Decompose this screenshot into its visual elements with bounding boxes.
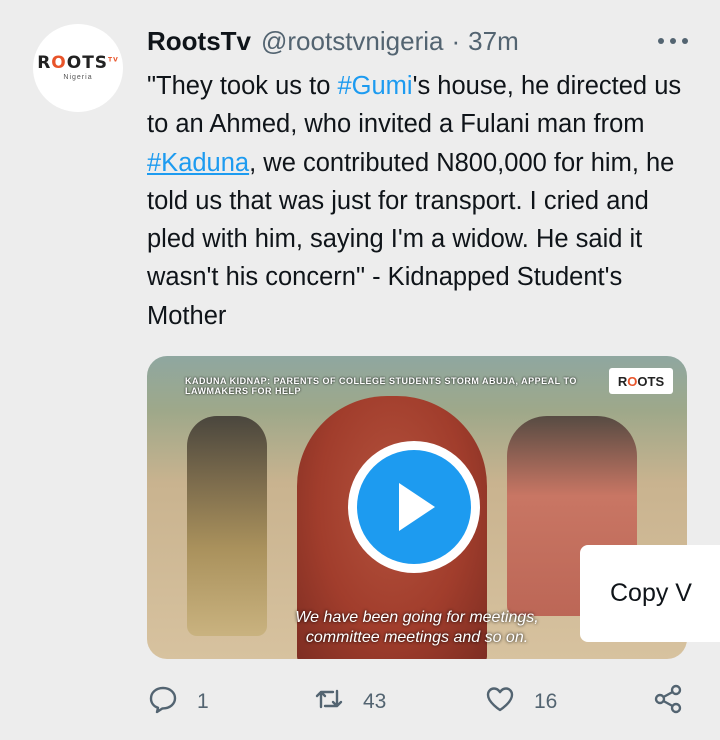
play-button[interactable]	[348, 441, 480, 573]
timestamp[interactable]: 37m	[468, 26, 519, 57]
video-logo: R O OTS	[609, 368, 673, 394]
video-subtitle: We have been going for meetings, committ…	[295, 609, 539, 646]
share-icon	[652, 683, 684, 721]
like-count: 16	[534, 690, 558, 713]
like-button[interactable]: 16	[484, 682, 557, 722]
reply-button[interactable]: 1	[147, 682, 209, 722]
retweet-count: 43	[363, 690, 387, 713]
tweet-actions: 1 43 16	[147, 682, 692, 722]
reply-count: 1	[197, 690, 209, 713]
play-icon	[357, 450, 471, 564]
display-name[interactable]: RootsTv	[147, 26, 251, 57]
avatar-logo: ROOTSTV	[37, 53, 119, 73]
reply-icon	[147, 683, 179, 721]
more-icon[interactable]	[658, 38, 688, 46]
copy-video-button[interactable]: Copy V	[580, 545, 720, 642]
retweet-button[interactable]: 43	[313, 682, 386, 722]
separator: ·	[451, 25, 461, 56]
tweet-text: "They took us to #Gumi's house, he direc…	[147, 72, 682, 330]
retweet-icon	[313, 683, 345, 721]
user-handle[interactable]: @rootstvnigeria	[261, 26, 443, 57]
hashtag-gumi[interactable]: #Gumi	[337, 72, 412, 100]
like-icon	[484, 683, 516, 721]
tweet-header: RootsTv @rootstvnigeria · 37m	[147, 24, 700, 58]
video-banner: KADUNA KIDNAP: PARENTS OF COLLEGE STUDEN…	[185, 376, 577, 396]
hashtag-kaduna[interactable]: #Kaduna	[147, 149, 249, 177]
share-button[interactable]	[652, 682, 684, 722]
avatar-subtitle: Nigeria	[63, 74, 93, 81]
avatar[interactable]: ROOTSTV Nigeria	[33, 24, 123, 112]
video-background-figure	[187, 416, 267, 636]
